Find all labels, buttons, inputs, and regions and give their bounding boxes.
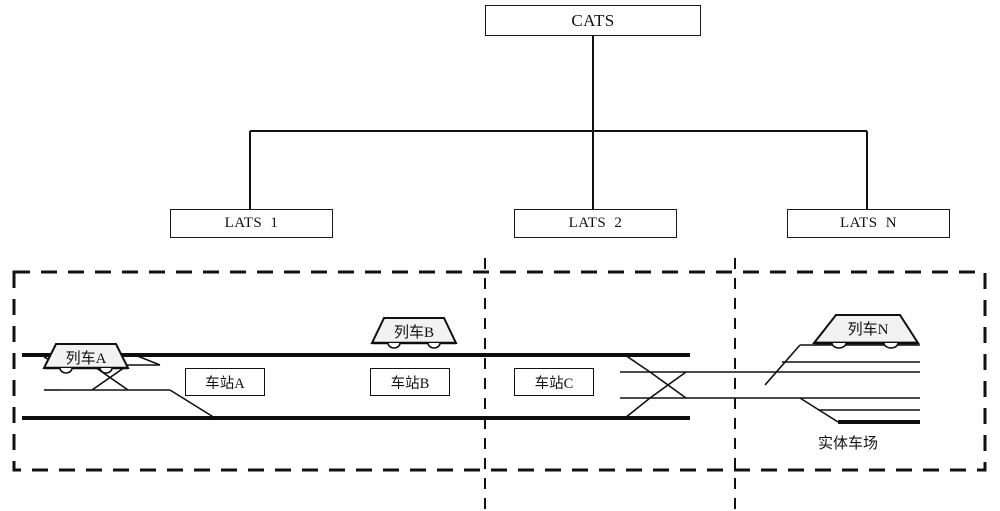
train-a-wheel-left — [59, 367, 73, 374]
diagram-canvas: CATS LATS 1 LATS 2 LATS N 车站A 车站B 车站C 列车… — [0, 0, 1000, 511]
crossover-east — [620, 354, 920, 419]
train-b-body[interactable] — [370, 317, 458, 344]
train-n-wheel-left — [831, 342, 847, 349]
train-a-symbol[interactable] — [42, 343, 130, 374]
node-lats-2[interactable]: LATS 2 — [514, 209, 677, 238]
station-box-b[interactable]: 车站B — [370, 368, 450, 396]
train-b-wheel-right — [427, 342, 441, 349]
station-box-a[interactable]: 车站A — [185, 368, 265, 396]
node-cats[interactable]: CATS — [485, 5, 701, 36]
depot-caption: 实体车场 — [818, 436, 879, 452]
depot-upper-sidings — [764, 344, 920, 386]
train-a-body[interactable] — [42, 343, 130, 369]
train-n-body[interactable] — [811, 314, 920, 344]
station-box-c[interactable]: 车站C — [514, 368, 594, 396]
node-lats-n[interactable]: LATS N — [787, 209, 950, 238]
train-n-symbol[interactable] — [811, 314, 920, 349]
train-a-wheel-right — [99, 367, 113, 374]
node-lats-1[interactable]: LATS 1 — [170, 209, 333, 238]
train-b-wheel-left — [387, 342, 401, 349]
tree-connectors — [249, 36, 868, 209]
depot-lower-sidings — [799, 397, 920, 423]
depot-upper-throat — [764, 344, 801, 386]
train-n-wheel-right — [883, 342, 899, 349]
train-b-symbol[interactable] — [370, 317, 458, 349]
crossover-east-taper-bottom — [624, 397, 651, 419]
crossover-east-taper-top — [624, 354, 651, 373]
